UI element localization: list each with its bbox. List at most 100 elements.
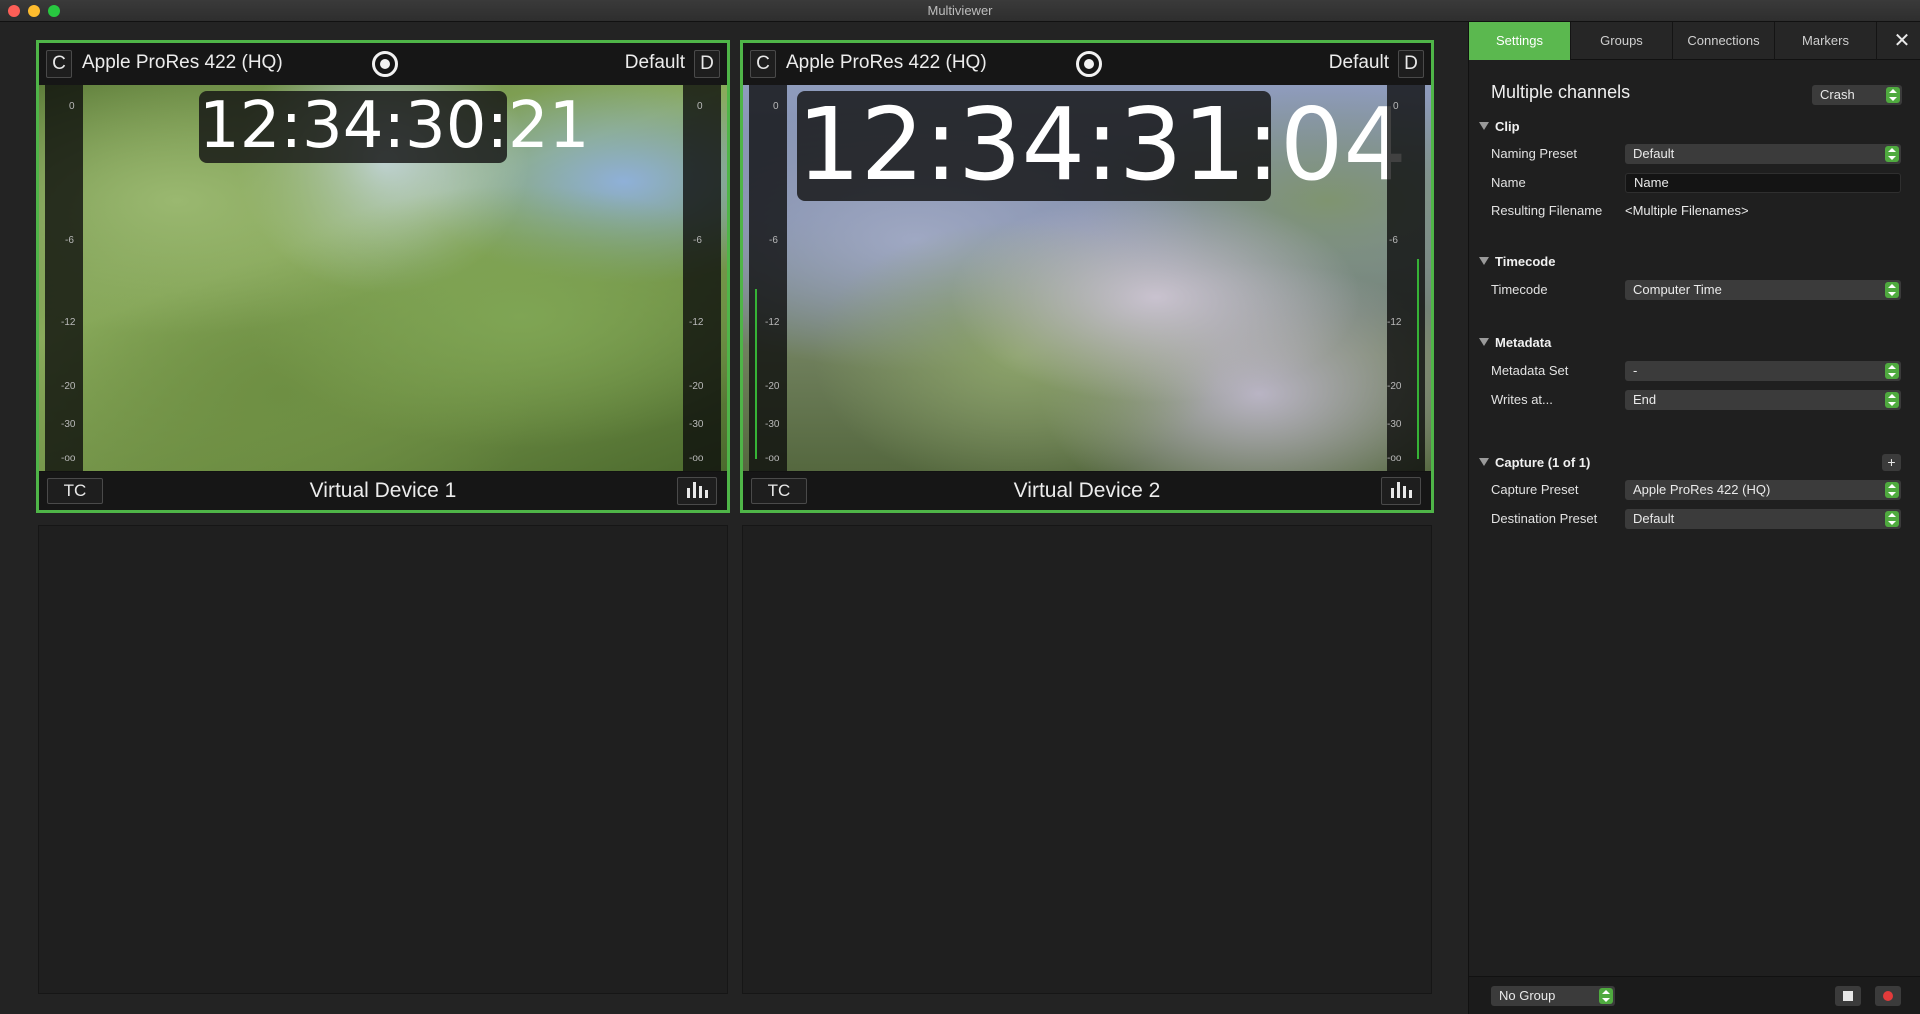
section-clip[interactable]: Clip: [1479, 119, 1520, 134]
destination-preset-select[interactable]: Default: [1625, 509, 1901, 529]
section-metadata-label: Metadata: [1495, 335, 1552, 350]
capture-preset-select[interactable]: Apple ProRes 422 (HQ): [1625, 480, 1901, 500]
mode-select[interactable]: Crash: [1812, 85, 1902, 105]
section-metadata[interactable]: Metadata: [1479, 335, 1551, 350]
codec-label[interactable]: Apple ProRes 422 (HQ): [786, 52, 987, 74]
name-input[interactable]: Name: [1625, 173, 1901, 193]
record-all-icon[interactable]: [1875, 986, 1901, 1006]
timecode-display: 12:34:30:21: [199, 89, 590, 163]
tab-settings[interactable]: Settings: [1469, 22, 1571, 60]
naming-preset-select[interactable]: Default: [1625, 144, 1901, 164]
close-icon[interactable]: ✕: [1891, 30, 1913, 52]
audio-meter-right: 0 -6 -12 -20 -30 -oo: [683, 85, 721, 471]
stepper-icon: [1885, 282, 1899, 298]
meter-tick: -30: [1387, 419, 1402, 430]
stepper-icon: [1885, 482, 1899, 498]
device-name: Virtual Device 1: [309, 479, 457, 502]
title-bar: Multiviewer: [0, 0, 1920, 22]
group-select-value: No Group: [1499, 988, 1556, 1003]
sidebar-tabs: Settings Groups Connections Markers ✕: [1469, 22, 1920, 60]
audio-meter-left: 0 -6 -12 -20 -30 -oo: [45, 85, 83, 471]
writes-at-select[interactable]: End: [1625, 390, 1901, 410]
record-icon[interactable]: [1076, 51, 1102, 77]
meter-tick: -12: [765, 317, 780, 328]
name-label: Name: [1491, 175, 1526, 190]
timecode-display: 12:34:31:04: [797, 86, 1408, 203]
meter-tick: -20: [689, 381, 704, 392]
disclosure-triangle-icon: [1479, 458, 1489, 466]
writes-at-label: Writes at...: [1491, 392, 1553, 407]
meter-tick: -20: [1387, 381, 1402, 392]
empty-viewer-tile-4[interactable]: [742, 525, 1432, 994]
meter-tick: -6: [769, 235, 778, 246]
panel-title: Multiple channels: [1491, 82, 1631, 102]
sidebar-footer: No Group: [1469, 976, 1920, 1014]
resulting-filename-value: <Multiple Filenames>: [1625, 203, 1749, 218]
meter-tick: -oo: [1387, 453, 1402, 464]
meter-tick: -30: [689, 419, 704, 430]
tab-markers[interactable]: Markers: [1775, 22, 1877, 60]
destination-d-badge[interactable]: D: [1398, 50, 1424, 78]
group-select[interactable]: No Group: [1491, 986, 1615, 1006]
video-preview: 0 -6 -12 -20 -30 -oo 12:34:31:04 0 -6 -1…: [743, 85, 1431, 471]
metadata-set-select[interactable]: -: [1625, 361, 1901, 381]
device-name: Virtual Device 2: [1013, 479, 1161, 502]
meter-tick: 0: [69, 101, 75, 112]
add-capture-button[interactable]: +: [1882, 454, 1901, 471]
stop-icon[interactable]: [1835, 986, 1861, 1006]
empty-viewer-tile-3[interactable]: [38, 525, 728, 994]
timecode-label: Timecode: [1491, 282, 1548, 297]
stepper-icon: [1885, 146, 1899, 162]
meter-tick: -30: [61, 419, 76, 430]
tile-header: C Apple ProRes 422 (HQ) Default D: [743, 43, 1431, 85]
destination-preset-label: Destination Preset: [1491, 511, 1598, 526]
metadata-set-label: Metadata Set: [1491, 363, 1569, 378]
tab-connections[interactable]: Connections: [1673, 22, 1775, 60]
resulting-filename-label: Resulting Filename: [1491, 203, 1603, 218]
capture-preset-value: Apple ProRes 422 (HQ): [1633, 482, 1771, 497]
section-clip-label: Clip: [1495, 119, 1520, 134]
section-capture[interactable]: Capture (1 of 1): [1479, 455, 1590, 470]
meter-tick: 0: [773, 101, 779, 112]
tile-footer: TC Virtual Device 2: [743, 472, 1431, 510]
capture-preset-label: Capture Preset: [1491, 482, 1579, 497]
stepper-icon: [1885, 511, 1899, 527]
tile-footer: TC Virtual Device 1: [39, 472, 727, 510]
destination-d-badge[interactable]: D: [694, 50, 720, 78]
stepper-icon: [1885, 392, 1899, 408]
channel-c-badge[interactable]: C: [46, 50, 72, 78]
meter-tick: -6: [1389, 235, 1398, 246]
destination-preset-value: Default: [1633, 511, 1675, 526]
record-icon[interactable]: [372, 51, 398, 77]
preset-label[interactable]: Default: [625, 52, 685, 74]
metadata-set-value: -: [1633, 363, 1638, 378]
meter-tick: -6: [693, 235, 702, 246]
viewer-tile-1[interactable]: C Apple ProRes 422 (HQ) Default D 0 -6 -…: [36, 40, 730, 513]
meter-level-bar: [755, 289, 757, 459]
meter-tick: -6: [65, 235, 74, 246]
audio-meter-icon[interactable]: [677, 477, 717, 505]
disclosure-triangle-icon: [1479, 338, 1489, 346]
viewer-tile-2[interactable]: C Apple ProRes 422 (HQ) Default D 0 -6 -…: [740, 40, 1434, 513]
window-title: Multiviewer: [927, 3, 993, 18]
audio-meter-left: 0 -6 -12 -20 -30 -oo: [749, 85, 787, 471]
disclosure-triangle-icon: [1479, 257, 1489, 265]
multiview-grid: C Apple ProRes 422 (HQ) Default D 0 -6 -…: [0, 22, 1468, 1014]
naming-preset-value: Default: [1633, 146, 1675, 161]
preset-label[interactable]: Default: [1329, 52, 1389, 74]
stepper-icon: [1885, 363, 1899, 379]
channel-c-badge[interactable]: C: [750, 50, 776, 78]
stepper-icon: [1599, 988, 1613, 1004]
timecode-value: Computer Time: [1633, 282, 1722, 297]
meter-tick: -12: [689, 317, 704, 328]
audio-meter-right: 0 -6 -12 -20 -30 -oo: [1387, 85, 1425, 471]
section-timecode[interactable]: Timecode: [1479, 254, 1555, 269]
meter-tick: -20: [61, 381, 76, 392]
codec-label[interactable]: Apple ProRes 422 (HQ): [82, 52, 283, 74]
meter-tick: -12: [1387, 317, 1402, 328]
audio-meter-icon[interactable]: [1381, 477, 1421, 505]
tab-groups[interactable]: Groups: [1571, 22, 1673, 60]
timecode-select[interactable]: Computer Time: [1625, 280, 1901, 300]
meter-level-bar: [1417, 259, 1419, 459]
disclosure-triangle-icon: [1479, 122, 1489, 130]
